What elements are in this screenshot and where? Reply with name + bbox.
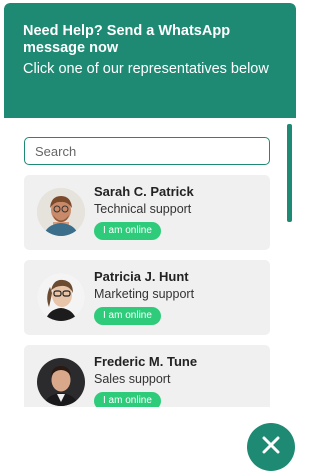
agent-card-sarah[interactable]: Sarah C. Patrick Technical support I am … (24, 175, 270, 250)
header-subtitle: Click one of our representatives below (23, 61, 269, 77)
agent-role: Marketing support (94, 287, 195, 301)
online-status-badge: I am online (94, 307, 161, 325)
close-widget-button[interactable] (247, 423, 295, 471)
agent-list-area: Sarah C. Patrick Technical support I am … (4, 118, 296, 407)
agent-avatar (37, 358, 85, 406)
online-status-badge: I am online (94, 392, 161, 407)
agent-avatar (37, 188, 85, 236)
agent-role: Technical support (94, 202, 192, 216)
online-status-badge: I am online (94, 222, 161, 240)
agent-avatar (37, 273, 85, 321)
whatsapp-chat-widget: Need Help? Send a WhatsApp message now C… (4, 3, 296, 407)
close-icon (262, 436, 280, 459)
widget-header: Need Help? Send a WhatsApp message now C… (4, 3, 296, 118)
agent-name: Patricia J. Hunt (94, 269, 189, 284)
agent-role: Sales support (94, 372, 171, 386)
agent-card-frederic[interactable]: Frederic M. Tune Sales support I am onli… (24, 345, 270, 407)
agent-name: Sarah C. Patrick (94, 184, 194, 199)
scrollbar-thumb[interactable] (287, 124, 292, 222)
header-title: Need Help? Send a WhatsApp message now (23, 23, 231, 56)
search-input[interactable] (24, 137, 270, 165)
agent-card-patricia[interactable]: Patricia J. Hunt Marketing support I am … (24, 260, 270, 335)
agent-name: Frederic M. Tune (94, 354, 198, 369)
